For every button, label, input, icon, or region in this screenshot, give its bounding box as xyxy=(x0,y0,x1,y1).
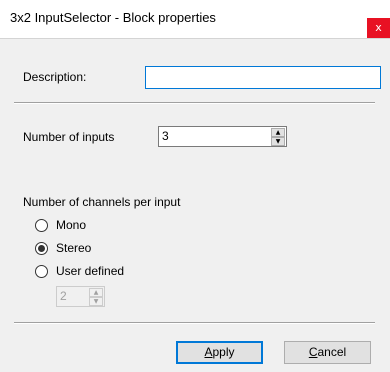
inputs-label: Number of inputs xyxy=(23,130,115,144)
dialog-client-area: Description: Number of inputs 3 ▲ ▼ Numb… xyxy=(0,38,390,372)
radio-mono-label[interactable]: Mono xyxy=(56,218,86,232)
spin-down-icon[interactable]: ▼ xyxy=(271,137,285,146)
user-defined-stepper: 2 ▲ ▼ xyxy=(56,286,105,307)
inputs-stepper[interactable]: 3 ▲ ▼ xyxy=(158,126,287,147)
inputs-value: 3 xyxy=(162,129,169,143)
apply-button[interactable]: Apply xyxy=(176,341,263,364)
channels-heading: Number of channels per input xyxy=(23,195,181,209)
dialog-window: 3x2 InputSelector - Block properties x D… xyxy=(0,0,390,372)
radio-selected-dot xyxy=(38,245,45,252)
description-input[interactable] xyxy=(145,66,381,89)
close-button[interactable]: x xyxy=(367,18,390,38)
window-title: 3x2 InputSelector - Block properties xyxy=(10,10,216,25)
separator-bottom xyxy=(14,322,375,324)
spin-down-icon: ▼ xyxy=(89,297,103,306)
radio-stereo-label[interactable]: Stereo xyxy=(56,241,91,255)
inputs-spin: ▲ ▼ xyxy=(271,128,285,146)
close-icon: x xyxy=(375,21,382,34)
radio-user-defined-label[interactable]: User defined xyxy=(56,264,124,278)
spin-up-icon[interactable]: ▲ xyxy=(271,128,285,137)
apply-label-rest: pply xyxy=(212,345,235,359)
user-defined-value: 2 xyxy=(60,289,67,303)
title-bar[interactable]: 3x2 InputSelector - Block properties x xyxy=(0,0,390,38)
user-defined-spin: ▲ ▼ xyxy=(89,288,103,306)
separator-top xyxy=(14,102,375,104)
cancel-label-rest: ancel xyxy=(317,345,347,359)
apply-accelerator: A xyxy=(204,345,213,359)
radio-user-defined[interactable] xyxy=(35,265,48,278)
radio-stereo[interactable] xyxy=(35,242,48,255)
radio-mono[interactable] xyxy=(35,219,48,232)
spin-up-icon: ▲ xyxy=(89,288,103,297)
description-label: Description: xyxy=(23,70,87,84)
cancel-button[interactable]: Cancel xyxy=(284,341,371,364)
